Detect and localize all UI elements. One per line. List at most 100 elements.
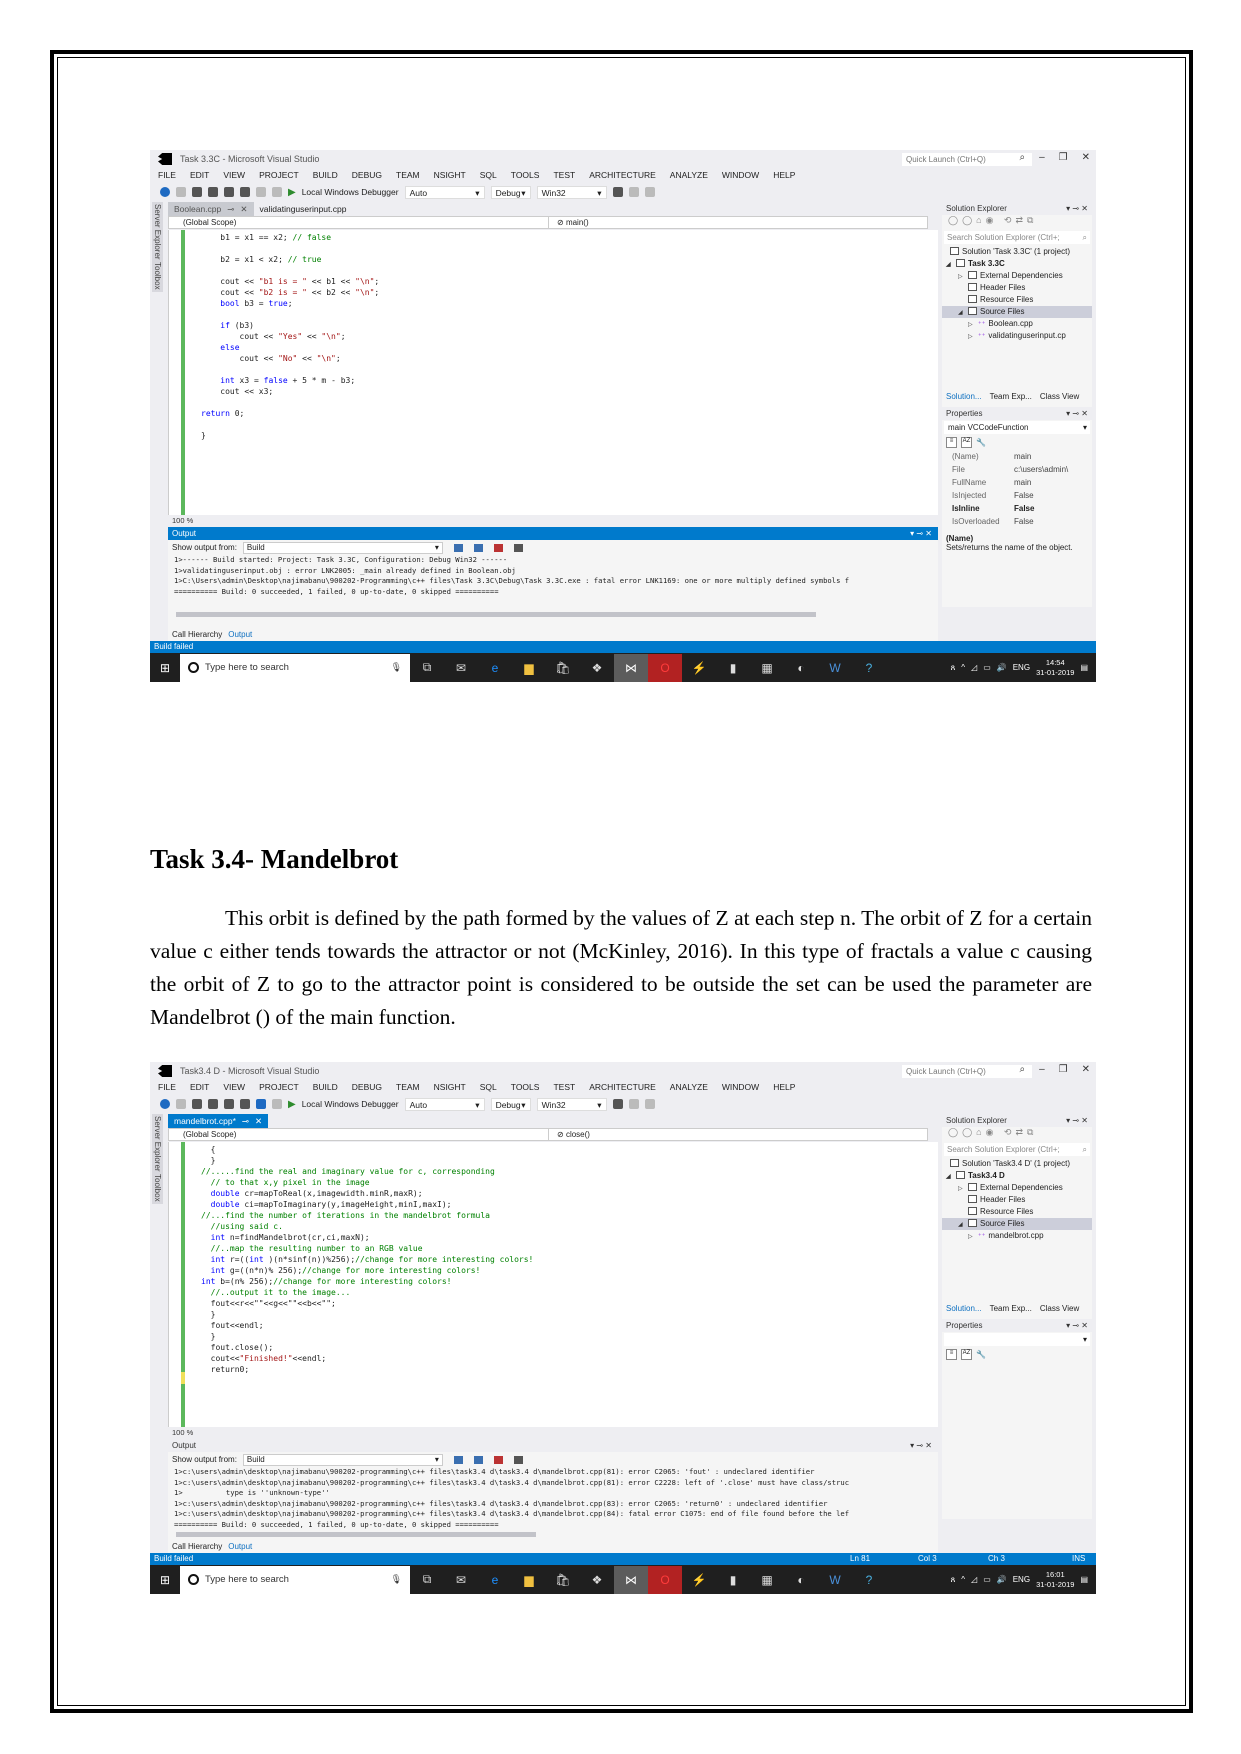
menu-help[interactable]: HELP xyxy=(773,1080,795,1095)
word-wrap-icon[interactable] xyxy=(513,543,523,552)
tree-external-deps[interactable]: ▷ External Dependencies xyxy=(942,270,1092,282)
menu-tools[interactable]: TOOLS xyxy=(511,168,540,183)
scope-select[interactable]: (Global Scope) xyxy=(169,217,549,228)
tab-boolean-cpp[interactable]: Boolean.cpp ⊸ ✕ xyxy=(168,202,254,216)
forward-icon[interactable] xyxy=(176,187,186,197)
menu-project[interactable]: PROJECT xyxy=(259,168,299,183)
tab-team-explorer[interactable]: Team Exp... xyxy=(990,1304,1032,1313)
word-icon[interactable]: W xyxy=(818,654,852,682)
prev-message-icon[interactable] xyxy=(453,1455,463,1464)
tree-file[interactable]: ▷ ⁺⁺ validatinguserinput.cp xyxy=(942,330,1092,342)
opera-icon[interactable]: O xyxy=(648,1565,682,1594)
menu-architecture[interactable]: ARCHITECTURE xyxy=(589,1080,656,1095)
property-row[interactable]: (Name) main xyxy=(942,450,1092,463)
property-row[interactable]: IsInjected False xyxy=(942,489,1092,502)
minimize-button[interactable]: – xyxy=(1039,152,1045,163)
opera-icon[interactable]: O xyxy=(648,653,682,682)
code-editor[interactable]: { } //.....find the real and imaginary va… xyxy=(168,1142,956,1427)
tab-validatinguserinput-cpp[interactable]: validatinguserinput.cpp xyxy=(254,202,353,216)
close-button[interactable]: ✕ xyxy=(1082,1064,1090,1075)
tree-solution[interactable]: Solution 'Task3.4 D' (1 project) xyxy=(942,1158,1092,1170)
debugger-button[interactable]: Local Windows Debugger xyxy=(302,187,399,197)
task-view-icon[interactable]: ⧉ xyxy=(410,654,444,682)
app-icon[interactable]: ⚡ xyxy=(682,1566,716,1594)
menu-view[interactable]: VIEW xyxy=(223,1080,245,1095)
edge-icon[interactable]: e xyxy=(478,1566,512,1594)
config-select[interactable]: Debug ▾ xyxy=(490,1097,531,1111)
clock[interactable]: 16:01 31-01-2019 xyxy=(1036,1570,1074,1590)
output-hscroll[interactable] xyxy=(176,1532,536,1537)
property-pages-icon[interactable]: 🔧 xyxy=(976,1350,986,1359)
quick-launch-input[interactable]: Quick Launch (Ctrl+Q) xyxy=(902,1065,1032,1078)
tree-external-deps[interactable]: ▷ External Dependencies xyxy=(942,1182,1092,1194)
menu-sql[interactable]: SQL xyxy=(480,168,497,183)
server-explorer-tab[interactable]: Server Explorer xyxy=(152,1114,163,1174)
mail-icon[interactable]: ✉ xyxy=(444,1566,478,1594)
menu-sql[interactable]: SQL xyxy=(480,1080,497,1095)
clear-all-icon[interactable] xyxy=(493,1455,503,1464)
save-all-icon[interactable] xyxy=(240,187,250,197)
menu-team[interactable]: TEAM xyxy=(396,168,420,183)
property-row[interactable]: IsOverloaded False xyxy=(942,515,1092,528)
menu-debug[interactable]: DEBUG xyxy=(352,168,382,183)
menu-build[interactable]: BUILD xyxy=(313,1080,338,1095)
people-icon[interactable]: ጸ xyxy=(951,1575,956,1585)
output-source-select[interactable]: Build ▾ xyxy=(242,1453,443,1466)
dropbox-icon[interactable]: ❖ xyxy=(580,654,614,682)
file-explorer-icon[interactable]: ▆ xyxy=(512,654,546,682)
platform-select[interactable]: Win32 ▾ xyxy=(536,1097,607,1111)
minimize-button[interactable]: – xyxy=(1039,1064,1045,1075)
tab-class-view[interactable]: Class View xyxy=(1040,392,1079,401)
member-select[interactable]: ⊘ close() xyxy=(549,1129,927,1140)
tab-solution[interactable]: Solution... xyxy=(946,392,982,401)
open-icon[interactable] xyxy=(208,187,218,197)
save-icon[interactable] xyxy=(224,1099,234,1109)
battery-icon[interactable]: ▭ xyxy=(983,663,991,672)
zoom-level[interactable]: 100 % xyxy=(168,1428,938,1438)
volume-icon[interactable]: 🔊 xyxy=(997,663,1007,672)
tree-file[interactable]: ▷ ⁺⁺ mandelbrot.cpp xyxy=(942,1230,1092,1242)
comment-icon[interactable] xyxy=(628,187,639,197)
undo-icon[interactable] xyxy=(256,1099,266,1109)
tree-source-files[interactable]: ◢ Source Files xyxy=(942,1218,1092,1230)
new-project-icon[interactable] xyxy=(192,1099,202,1109)
menu-team[interactable]: TEAM xyxy=(396,1080,420,1095)
undo-icon[interactable] xyxy=(256,187,266,197)
tab-team-explorer[interactable]: Team Exp... xyxy=(990,392,1032,401)
uncomment-icon[interactable] xyxy=(644,187,655,197)
quick-launch-input[interactable]: Quick Launch (Ctrl+Q) xyxy=(902,153,1032,166)
app-icon[interactable]: ▮ xyxy=(716,654,750,682)
menu-analyze[interactable]: ANALYZE xyxy=(670,168,708,183)
notifications-icon[interactable]: ▤ xyxy=(1080,1575,1088,1584)
store-icon[interactable]: 🛍 xyxy=(546,1566,580,1594)
menu-build[interactable]: BUILD xyxy=(313,168,338,183)
chevron-up-icon[interactable]: ^ xyxy=(961,663,965,672)
next-message-icon[interactable] xyxy=(473,1455,483,1464)
tab-mandelbrot-cpp[interactable]: mandelbrot.cpp* ⊸ ✕ xyxy=(168,1114,269,1128)
restore-button[interactable]: ❐ xyxy=(1059,1064,1068,1075)
tree-project[interactable]: ◢ Task3.4 D xyxy=(942,1170,1092,1182)
scope-select[interactable]: (Global Scope) xyxy=(169,1129,549,1140)
menu-file[interactable]: FILE xyxy=(158,1080,176,1095)
server-explorer-tab[interactable]: Server Explorer xyxy=(152,202,163,262)
restore-button[interactable]: ❐ xyxy=(1059,152,1068,163)
solution-search-input[interactable]: Search Solution Explorer (Ctrl+; ⌕ xyxy=(944,231,1090,244)
property-row[interactable]: File c:\users\admin\ xyxy=(942,463,1092,476)
properties-object-select[interactable]: ▾ xyxy=(944,1333,1090,1346)
file-explorer-icon[interactable]: ▆ xyxy=(512,1566,546,1594)
toolbox-tab[interactable]: Toolbox xyxy=(152,260,163,292)
solution-toolbar[interactable]: ◯◯⌂◉ ⟲⇄⧉ xyxy=(942,215,1092,229)
redo-icon[interactable] xyxy=(272,1099,282,1109)
taskbar-search-input[interactable]: Type here to search 🎙 xyxy=(180,653,410,682)
menu-tools[interactable]: TOOLS xyxy=(511,1080,540,1095)
platform-select[interactable]: Win32 ▾ xyxy=(536,185,607,199)
dropbox-icon[interactable]: ❖ xyxy=(580,1566,614,1594)
tab-call-hierarchy[interactable]: Call Hierarchy xyxy=(172,1542,222,1551)
edge-icon[interactable]: e xyxy=(478,654,512,682)
auto-select[interactable]: Auto ▾ xyxy=(404,1097,485,1111)
config-select[interactable]: Debug ▾ xyxy=(490,185,531,199)
people-icon[interactable]: ጸ xyxy=(951,663,956,673)
prev-message-icon[interactable] xyxy=(453,543,463,552)
solution-toolbar[interactable]: ◯◯⌂◉ ⟲⇄⧉ xyxy=(942,1127,1092,1141)
back-icon[interactable] xyxy=(160,1099,170,1109)
